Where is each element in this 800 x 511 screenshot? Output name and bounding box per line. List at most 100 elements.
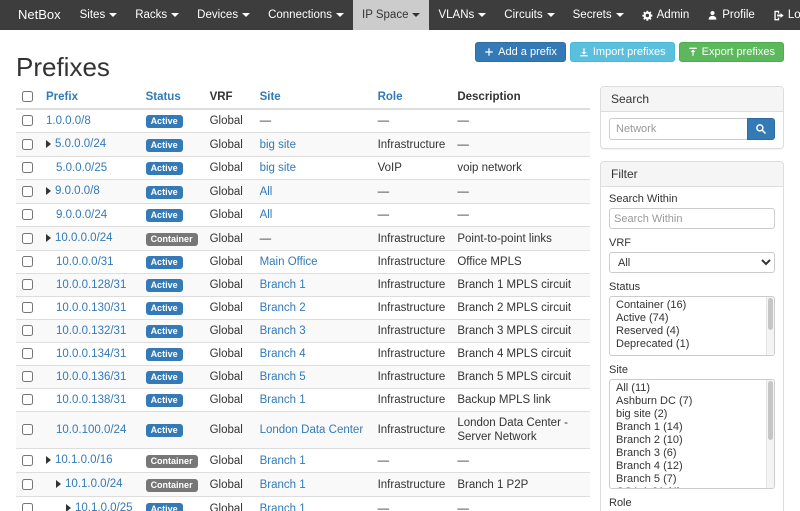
filter-select-vrf[interactable]: All <box>609 252 775 273</box>
site-link[interactable]: Branch 5 <box>260 371 306 383</box>
nav-item-devices[interactable]: Devices <box>188 0 259 30</box>
filter-multiselect-status[interactable]: Container (16)Active (74)Reserved (4)Dep… <box>609 296 775 356</box>
row-checkbox[interactable] <box>22 279 33 290</box>
row-checkbox[interactable] <box>22 479 33 490</box>
filter-option[interactable]: Ashburn DC (7) <box>610 395 774 408</box>
scrollbar-thumb[interactable] <box>768 298 773 330</box>
prefix-link[interactable]: 10.1.0.0/25 <box>75 501 133 511</box>
nav-item-admin[interactable]: Admin <box>633 0 699 30</box>
row-checkbox[interactable] <box>22 302 33 313</box>
row-checkbox[interactable] <box>22 325 33 336</box>
site-link[interactable]: Branch 1 <box>260 455 306 467</box>
site-link[interactable]: All <box>260 186 273 198</box>
row-checkbox[interactable] <box>22 371 33 382</box>
site-link[interactable]: Branch 1 <box>260 503 306 511</box>
filter-option[interactable]: Branch 1 (14) <box>610 421 774 434</box>
row-checkbox[interactable] <box>22 139 33 150</box>
select-all-checkbox[interactable] <box>22 91 33 102</box>
prefix-link[interactable]: 10.0.0.136/31 <box>56 370 126 384</box>
filter-option[interactable]: Branch 5 (7) <box>610 473 774 486</box>
row-checkbox[interactable] <box>22 348 33 359</box>
prefix-link[interactable]: 10.1.0.0/24 <box>65 477 123 491</box>
site-link[interactable]: Branch 1 <box>260 394 306 406</box>
table-row: 10.0.0.138/31ActiveGlobalBranch 1Infrast… <box>16 389 590 412</box>
column-header-prefix[interactable]: Prefix <box>40 86 140 109</box>
brand[interactable]: NetBox <box>8 0 71 30</box>
vrf-cell: Global <box>204 389 254 412</box>
filter-option[interactable]: Active (74) <box>610 312 774 325</box>
export-prefixes-button[interactable]: Export prefixes <box>679 42 784 62</box>
prefix-link[interactable]: 10.0.0.134/31 <box>56 347 126 361</box>
row-checkbox[interactable] <box>22 503 33 511</box>
filter-option[interactable]: CO1-1-21 (4) <box>610 486 774 489</box>
expand-caret-icon <box>46 234 51 242</box>
site-link[interactable]: All <box>260 209 273 221</box>
site-link[interactable]: Branch 1 <box>260 479 306 491</box>
filter-option[interactable]: Reserved (4) <box>610 325 774 338</box>
site-link[interactable]: Branch 1 <box>260 279 306 291</box>
status-badge: Active <box>146 348 183 361</box>
row-checkbox[interactable] <box>22 186 33 197</box>
nav-item-circuits[interactable]: Circuits <box>495 0 563 30</box>
nav-item-log-out[interactable]: Log out <box>764 0 800 30</box>
row-checkbox[interactable] <box>22 455 33 466</box>
scrollbar[interactable] <box>766 380 774 488</box>
page-actions: Add a prefixImport prefixesExport prefix… <box>475 42 784 62</box>
search-icon <box>755 123 767 135</box>
status-badge: Container <box>146 479 198 492</box>
site-link[interactable]: London Data Center <box>260 424 364 436</box>
filter-option[interactable]: All (11) <box>610 382 774 395</box>
site-link[interactable]: big site <box>260 162 296 174</box>
scrollbar[interactable] <box>766 297 774 355</box>
prefix-link[interactable]: 10.0.0.138/31 <box>56 393 126 407</box>
row-checkbox[interactable] <box>22 424 33 435</box>
filter-option[interactable]: Branch 4 (12) <box>610 460 774 473</box>
add-a-prefix-button[interactable]: Add a prefix <box>475 42 566 62</box>
nav-item-vlans[interactable]: VLANs <box>429 0 495 30</box>
row-checkbox[interactable] <box>22 209 33 220</box>
filter-option[interactable]: Deprecated (1) <box>610 338 774 351</box>
prefix-link[interactable]: 10.0.0.132/31 <box>56 324 126 338</box>
column-header-role[interactable]: Role <box>372 86 452 109</box>
prefix-link[interactable]: 9.0.0.0/24 <box>56 208 107 222</box>
nav-item-ip-space[interactable]: IP Space <box>353 0 429 30</box>
nav-item-connections[interactable]: Connections <box>259 0 353 30</box>
row-checkbox[interactable] <box>22 162 33 173</box>
prefix-link[interactable]: 9.0.0.0/8 <box>55 184 100 198</box>
filter-input-search-within[interactable] <box>609 208 775 229</box>
nav-item-sites[interactable]: Sites <box>71 0 127 30</box>
row-checkbox[interactable] <box>22 394 33 405</box>
prefix-link[interactable]: 10.0.0.0/31 <box>56 255 114 269</box>
filter-option[interactable]: Container (16) <box>610 299 774 312</box>
prefix-link[interactable]: 1.0.0.0/8 <box>46 114 91 128</box>
site-link[interactable]: Main Office <box>260 256 318 268</box>
prefix-link[interactable]: 5.0.0.0/24 <box>55 137 106 151</box>
prefix-link[interactable]: 10.0.100.0/24 <box>56 423 126 437</box>
nav-item-secrets[interactable]: Secrets <box>564 0 633 30</box>
prefix-link[interactable]: 10.1.0.0/16 <box>55 453 113 467</box>
prefix-link[interactable]: 5.0.0.0/25 <box>56 161 107 175</box>
nav-item-racks[interactable]: Racks <box>126 0 188 30</box>
search-input[interactable] <box>609 118 747 140</box>
filter-option[interactable]: Branch 2 (10) <box>610 434 774 447</box>
column-header-status[interactable]: Status <box>140 86 204 109</box>
prefix-link[interactable]: 10.0.0.128/31 <box>56 278 126 292</box>
row-checkbox[interactable] <box>22 115 33 126</box>
row-checkbox[interactable] <box>22 256 33 267</box>
nav-item-profile[interactable]: Profile <box>698 0 764 30</box>
search-button[interactable] <box>747 118 775 140</box>
row-checkbox[interactable] <box>22 233 33 244</box>
prefix-link[interactable]: 10.0.0.0/24 <box>55 231 113 245</box>
column-header-site[interactable]: Site <box>254 86 372 109</box>
site-link[interactable]: big site <box>260 139 296 151</box>
site-link[interactable]: Branch 2 <box>260 302 306 314</box>
filter-option[interactable]: Branch 3 (6) <box>610 447 774 460</box>
scrollbar-thumb[interactable] <box>768 381 773 440</box>
filter-multiselect-site[interactable]: All (11)Ashburn DC (7)big site (2)Branch… <box>609 379 775 489</box>
prefix-link[interactable]: 10.0.0.130/31 <box>56 301 126 315</box>
site-link[interactable]: Branch 4 <box>260 348 306 360</box>
import-prefixes-button[interactable]: Import prefixes <box>570 42 675 62</box>
filter-option[interactable]: big site (2) <box>610 408 774 421</box>
caret-down-icon <box>336 13 344 17</box>
site-link[interactable]: Branch 3 <box>260 325 306 337</box>
